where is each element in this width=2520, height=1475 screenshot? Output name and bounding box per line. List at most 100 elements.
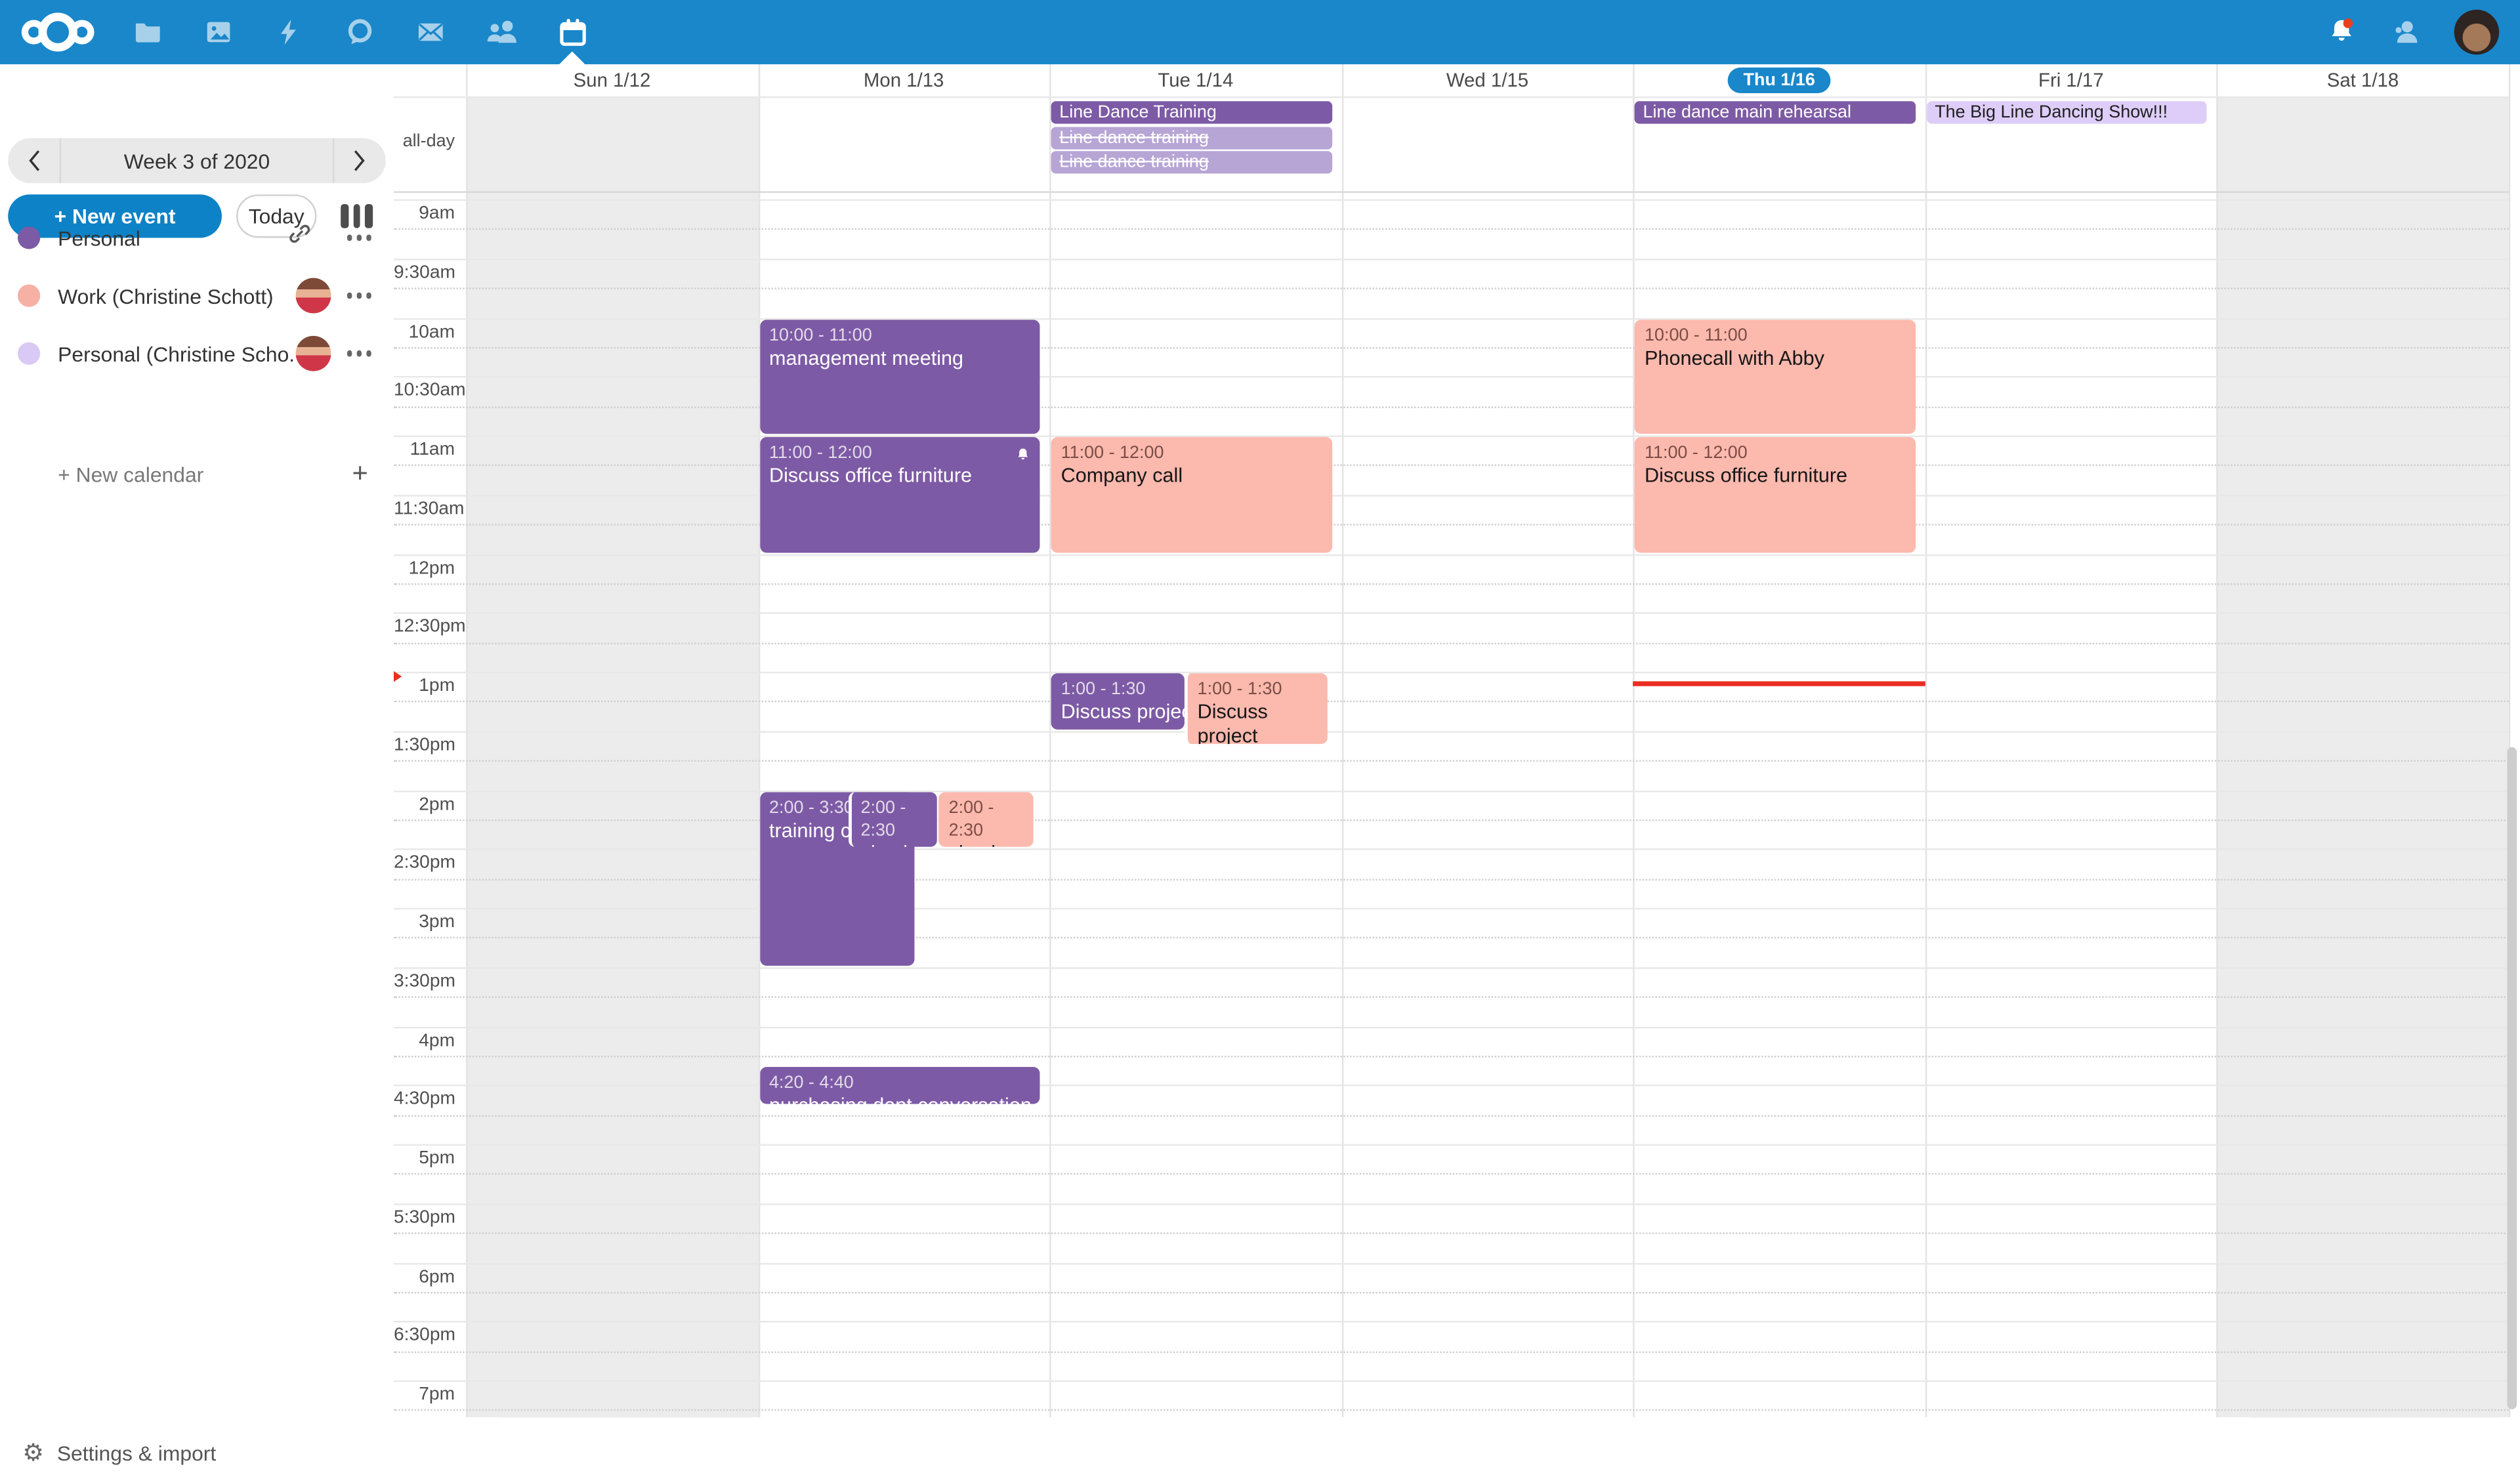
slot-line-quarter xyxy=(394,820,2509,821)
settings-and-import-button[interactable]: ⚙ Settings & import xyxy=(0,1430,394,1475)
time-axis-label: 3pm xyxy=(394,913,455,932)
day-header-wed[interactable]: Wed 1/15 xyxy=(1341,64,1633,96)
calendar-actions-menu[interactable] xyxy=(346,235,371,241)
grid-column-line xyxy=(2217,64,2218,1417)
event-block[interactable]: 4:20 - 4:40purchasing dept conversation xyxy=(759,1067,1040,1103)
event-block[interactable]: 1:00 - 1:30Discuss project announcement xyxy=(1051,673,1185,729)
day-header-fri[interactable]: Fri 1/17 xyxy=(1925,64,2217,96)
day-header-thu[interactable]: Thu 1/16 xyxy=(1633,64,1925,96)
grid-column-line xyxy=(466,64,467,1417)
new-calendar-button[interactable]: + New calendar + xyxy=(0,450,394,498)
bell-icon xyxy=(2326,16,2358,48)
event-block[interactable]: 2:00 - 2:30check-in xyxy=(939,791,1033,847)
shared-by-avatar xyxy=(295,336,330,371)
allday-divider xyxy=(394,191,2509,192)
contacts-app-button[interactable] xyxy=(466,0,537,64)
nextcloud-calendar-app: Week 3 of 2020 + New event Today Persona… xyxy=(0,0,2520,1417)
grid-column-line xyxy=(1050,64,1051,1417)
calendar-color-dot xyxy=(18,343,40,365)
event-block[interactable]: 2:00 - 2:30check-in xyxy=(848,791,938,847)
day-header-sat[interactable]: Sat 1/18 xyxy=(2217,64,2509,96)
user-menu-button[interactable] xyxy=(2445,0,2509,64)
event-time: 4:20 - 4:40 xyxy=(769,1071,1030,1094)
time-axis-label: 5:30pm xyxy=(394,1208,455,1227)
nextcloud-logo[interactable] xyxy=(16,0,99,64)
slot-line-quarter xyxy=(394,347,2509,348)
week-navigation: Week 3 of 2020 xyxy=(8,138,386,184)
event-title: Discuss project announcement xyxy=(1198,701,1318,744)
share-link-icon[interactable] xyxy=(287,222,311,254)
event-block[interactable]: 11:00 - 12:00Discuss office furniture xyxy=(759,437,1040,552)
slot-line-hour xyxy=(394,1321,2509,1323)
event-time: 2:00 - 2:30 xyxy=(949,796,1024,841)
event-block[interactable]: 1:00 - 1:30Discuss project announcement xyxy=(1185,673,1328,744)
now-line xyxy=(1633,682,1925,686)
contacts-menu-button[interactable] xyxy=(2374,0,2438,64)
slot-line-hour xyxy=(394,377,2509,378)
grid-column-line xyxy=(1341,64,1343,1417)
slot-line-hour xyxy=(394,967,2509,968)
event-block[interactable]: 10:00 - 11:00Phonecall with Abby xyxy=(1635,319,1916,434)
slot-line-hour xyxy=(394,613,2509,614)
time-axis-label: 11:30am xyxy=(394,499,455,518)
allday-event[interactable]: The Big Line Dancing Show!!! xyxy=(1927,101,2208,123)
time-axis-label: 12pm xyxy=(394,558,455,577)
day-header-tue[interactable]: Tue 1/14 xyxy=(1050,64,1342,96)
slot-line-quarter xyxy=(394,1351,2509,1352)
next-week-button[interactable] xyxy=(334,138,385,184)
time-axis-label: 5pm xyxy=(394,1149,455,1168)
files-app-button[interactable] xyxy=(112,0,183,64)
slot-line-quarter xyxy=(394,288,2509,289)
notifications-button[interactable] xyxy=(2309,0,2374,64)
slot-line-quarter xyxy=(394,1115,2509,1116)
event-block[interactable]: 11:00 - 12:00Discuss office furniture xyxy=(1635,437,1916,552)
talk-bubble-icon xyxy=(344,16,376,48)
vertical-scrollbar-thumb[interactable] xyxy=(2506,747,2517,1409)
event-block[interactable]: 10:00 - 11:00management meeting xyxy=(759,319,1040,434)
slot-line-quarter xyxy=(394,642,2509,644)
people-icon xyxy=(484,16,519,48)
time-axis-label: 1:30pm xyxy=(394,736,455,755)
slot-line-hour xyxy=(394,1026,2509,1028)
slot-line-hour xyxy=(394,1085,2509,1087)
event-time: 2:00 - 2:30 xyxy=(861,796,929,841)
day-header-label: Mon 1/13 xyxy=(864,69,944,91)
allday-event[interactable]: Line dance main rehearsal xyxy=(1635,101,1916,123)
event-title: check-in xyxy=(861,841,929,847)
slot-line-hour xyxy=(394,731,2509,732)
photos-app-button[interactable] xyxy=(183,0,254,64)
calendar-list-item[interactable]: Personal xyxy=(0,209,394,266)
chevron-right-icon xyxy=(352,148,368,173)
previous-week-button[interactable] xyxy=(8,138,59,184)
unread-badge xyxy=(2343,18,2353,28)
calendar-actions-menu[interactable] xyxy=(346,293,371,299)
slot-line-hour xyxy=(394,436,2509,437)
calendar-color-dot xyxy=(18,284,40,306)
activity-app-button[interactable] xyxy=(254,0,325,64)
time-axis-label: 4pm xyxy=(394,1031,455,1050)
talk-app-button[interactable] xyxy=(325,0,396,64)
allday-event[interactable]: Line dance training xyxy=(1051,126,1332,148)
calendar-list-item[interactable]: Personal (Christine Scho... xyxy=(0,325,394,383)
day-header-mon[interactable]: Mon 1/13 xyxy=(758,64,1050,96)
event-block[interactable]: 11:00 - 12:00Company call xyxy=(1051,437,1332,552)
allday-event[interactable]: Line dance training xyxy=(1051,151,1332,173)
day-header-sun[interactable]: Sun 1/12 xyxy=(466,64,758,96)
calendar-sidebar: Week 3 of 2020 + New event Today Persona… xyxy=(0,64,394,1417)
time-axis-label: 12:30pm xyxy=(394,617,455,636)
calendar-list-item[interactable]: Work (Christine Schott) xyxy=(0,267,394,325)
photos-icon xyxy=(203,16,235,48)
slot-line-quarter xyxy=(394,1233,2509,1234)
day-header-label: Sun 1/12 xyxy=(574,69,651,91)
mail-app-button[interactable] xyxy=(395,0,466,64)
slot-line-hour xyxy=(394,318,2509,319)
time-axis-label: 6pm xyxy=(394,1267,455,1286)
week-label-button[interactable]: Week 3 of 2020 xyxy=(61,149,333,173)
time-axis-label: 2:30pm xyxy=(394,854,455,873)
time-axis-label: 4:30pm xyxy=(394,1090,455,1109)
day-header-label: Tue 1/14 xyxy=(1158,69,1233,91)
nextcloud-logo-icon xyxy=(19,11,96,53)
allday-event[interactable]: Line Dance Training xyxy=(1051,101,1332,123)
calendar-actions-menu[interactable] xyxy=(346,350,371,356)
weekend-column-background xyxy=(2217,96,2509,1417)
